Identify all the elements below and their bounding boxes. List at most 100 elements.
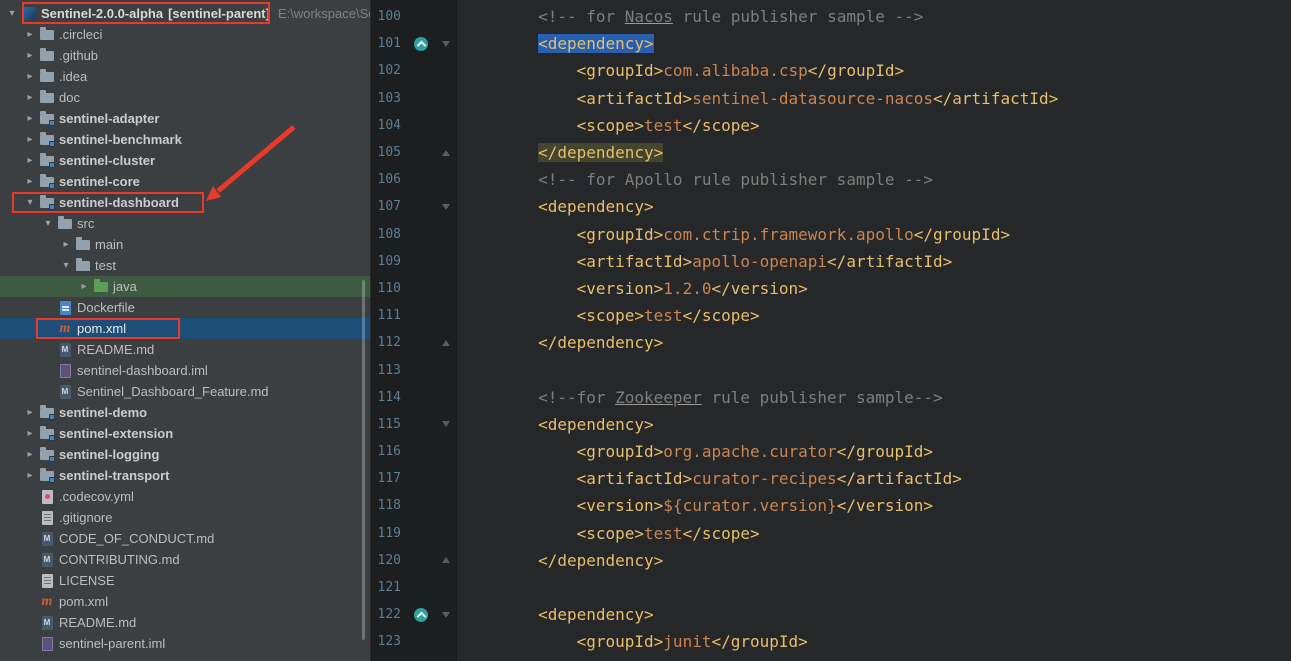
tree-item-readme-md[interactable]: README.md xyxy=(0,339,370,360)
code-text[interactable]: <groupId>org.apache.curator</groupId> xyxy=(457,442,933,461)
tree-item-label: .idea xyxy=(59,69,88,84)
tree-item-codecov-yml[interactable]: .codecov.yml xyxy=(0,486,370,507)
chevron-collapsed-icon[interactable]: ▸ xyxy=(22,87,38,108)
code-text[interactable]: <!-- for Apollo rule publisher sample --… xyxy=(457,170,933,189)
tree-item-gitignore[interactable]: .gitignore xyxy=(0,507,370,528)
editor-panel[interactable]: 100 <!-- for Nacos rule publisher sample… xyxy=(371,0,1291,661)
dependency-update-icon[interactable] xyxy=(414,607,428,622)
tree-item-java[interactable]: ▸ java xyxy=(0,276,370,297)
tree-item-label: sentinel-extension xyxy=(59,426,174,441)
module-icon xyxy=(38,152,56,169)
code-text[interactable]: <version>${curator.version}</version> xyxy=(457,496,933,515)
tree-item-sentinel-demo[interactable]: ▸ sentinel-demo xyxy=(0,402,370,423)
tree-item-pom-xml[interactable]: m pom.xml xyxy=(0,591,370,612)
tree-item-label: LICENSE xyxy=(59,573,115,588)
code-text[interactable]: <dependency> xyxy=(457,415,654,434)
tree-item-sentinel-cluster[interactable]: ▸ sentinel-cluster xyxy=(0,150,370,171)
tree-item-circleci[interactable]: ▸ .circleci xyxy=(0,24,370,45)
code-text[interactable]: <scope>test</scope> xyxy=(457,524,760,543)
chevron-collapsed-icon[interactable]: ▸ xyxy=(58,234,74,255)
chevron-expanded-icon[interactable]: ▾ xyxy=(4,3,20,24)
chevron-collapsed-icon[interactable]: ▸ xyxy=(22,24,38,45)
fold-end-icon[interactable] xyxy=(442,339,450,346)
chevron-collapsed-icon[interactable]: ▸ xyxy=(22,66,38,87)
chevron-collapsed-icon[interactable]: ▸ xyxy=(22,402,38,423)
fold-start-icon[interactable] xyxy=(442,203,450,210)
folder-icon xyxy=(74,236,92,253)
code-text[interactable]: <scope>test</scope> xyxy=(457,116,760,135)
chevron-expanded-icon[interactable]: ▾ xyxy=(40,213,56,234)
code-text[interactable]: </dependency> xyxy=(457,551,663,570)
tree-item-sentinel-dashboard-iml[interactable]: sentinel-dashboard.iml xyxy=(0,360,370,381)
tree-item-idea[interactable]: ▸ .idea xyxy=(0,66,370,87)
tree-item-src[interactable]: ▾ src xyxy=(0,213,370,234)
fold-start-icon[interactable] xyxy=(442,421,450,428)
fold-end-icon[interactable] xyxy=(442,149,450,156)
code-text[interactable]: <dependency> xyxy=(457,605,654,624)
tree-item-dockerfile[interactable]: Dockerfile xyxy=(0,297,370,318)
tree-item-label: src xyxy=(77,216,95,231)
fold-end-icon[interactable] xyxy=(442,557,450,564)
code-text[interactable]: </dependency> xyxy=(457,143,664,163)
tree-item-sentinel-dashboard[interactable]: ▾ sentinel-dashboard xyxy=(0,192,370,213)
code-text[interactable]: <groupId>com.alibaba.csp</groupId> xyxy=(457,61,905,80)
tree-item-project-root[interactable]: ▾ Sentinel-2.0.0-alpha [sentinel-parent] E:… xyxy=(0,3,370,24)
tree-item-doc[interactable]: ▸ doc xyxy=(0,87,370,108)
code-text[interactable]: <groupId>com.ctrip.framework.apollo</gro… xyxy=(457,225,1010,244)
tree-item-code-of-conduct-md[interactable]: CODE_OF_CONDUCT.md xyxy=(0,528,370,549)
code-text[interactable]: <artifactId>sentinel-datasource-nacos</a… xyxy=(457,89,1059,108)
line-number: 108 xyxy=(377,226,401,242)
tree-item-contributing-md[interactable]: CONTRIBUTING.md xyxy=(0,549,370,570)
gutter-line-111: 111 xyxy=(371,302,457,329)
code-text[interactable]: <artifactId>curator-recipes</artifactId> xyxy=(457,469,962,488)
tree-item-sentinel-core[interactable]: ▸ sentinel-core xyxy=(0,171,370,192)
code-line-110: 110 <version>1.2.0</version> xyxy=(371,275,1291,302)
chevron-collapsed-icon[interactable]: ▸ xyxy=(22,129,38,150)
chevron-collapsed-icon[interactable]: ▸ xyxy=(22,45,38,66)
code-text[interactable]: <!-- for Nacos rule publisher sample --> xyxy=(457,7,923,26)
chevron-collapsed-icon[interactable]: ▸ xyxy=(22,423,38,444)
tree-item-sentinel-extension[interactable]: ▸ sentinel-extension xyxy=(0,423,370,444)
chevron-collapsed-icon[interactable]: ▸ xyxy=(22,150,38,171)
tree-scrollbar[interactable] xyxy=(362,280,365,640)
gutter-line-120: 120 xyxy=(371,547,457,574)
tree-item-sentinel-dashboard-feature-md[interactable]: Sentinel_Dashboard_Feature.md xyxy=(0,381,370,402)
dependency-update-icon[interactable] xyxy=(414,36,428,51)
tree-item-readme-md[interactable]: README.md xyxy=(0,612,370,633)
tree-item-test[interactable]: ▾ test xyxy=(0,255,370,276)
fold-start-icon[interactable] xyxy=(442,611,450,618)
code-text[interactable]: <!--for Zookeeper rule publisher sample-… xyxy=(457,388,943,407)
tree-item-sentinel-adapter[interactable]: ▸ sentinel-adapter xyxy=(0,108,370,129)
code-text[interactable]: <version>1.2.0</version> xyxy=(457,279,808,298)
tree-item-label: doc xyxy=(59,90,80,105)
tree-item-sentinel-transport[interactable]: ▸ sentinel-transport xyxy=(0,465,370,486)
tree-item-github[interactable]: ▸ .github xyxy=(0,45,370,66)
tree-item-sentinel-logging[interactable]: ▸ sentinel-logging xyxy=(0,444,370,465)
line-number: 109 xyxy=(377,253,401,269)
gutter-line-117: 117 xyxy=(371,465,457,492)
code-text[interactable]: <dependency> xyxy=(457,197,654,216)
fold-start-icon[interactable] xyxy=(442,40,450,47)
chevron-expanded-icon[interactable]: ▾ xyxy=(58,255,74,276)
chevron-expanded-icon[interactable]: ▾ xyxy=(22,192,38,213)
code-text[interactable]: </dependency> xyxy=(457,333,663,352)
tree-item-sentinel-benchmark[interactable]: ▸ sentinel-benchmark xyxy=(0,129,370,150)
chevron-collapsed-icon[interactable]: ▸ xyxy=(22,465,38,486)
code-text[interactable]: <dependency> xyxy=(457,34,654,54)
chevron-collapsed-icon[interactable]: ▸ xyxy=(22,171,38,192)
tree-item-sentinel-parent-iml[interactable]: sentinel-parent.iml xyxy=(0,633,370,654)
chevron-collapsed-icon[interactable]: ▸ xyxy=(76,276,92,297)
md-icon xyxy=(56,384,74,400)
md-icon xyxy=(38,615,56,631)
tree-item-license[interactable]: LICENSE xyxy=(0,570,370,591)
tree-item-label: Sentinel_Dashboard_Feature.md xyxy=(77,384,269,399)
chevron-collapsed-icon[interactable]: ▸ xyxy=(22,444,38,465)
code-text[interactable]: <groupId>junit</groupId> xyxy=(457,632,808,651)
code-text[interactable]: <scope>test</scope> xyxy=(457,306,760,325)
chevron-collapsed-icon[interactable]: ▸ xyxy=(22,108,38,129)
tree-item-main[interactable]: ▸ main xyxy=(0,234,370,255)
module-icon xyxy=(38,110,56,127)
tree-item-pom-xml[interactable]: m pom.xml xyxy=(0,318,370,339)
yml-icon xyxy=(38,489,56,505)
code-text[interactable]: <artifactId>apollo-openapi</artifactId> xyxy=(457,252,953,271)
